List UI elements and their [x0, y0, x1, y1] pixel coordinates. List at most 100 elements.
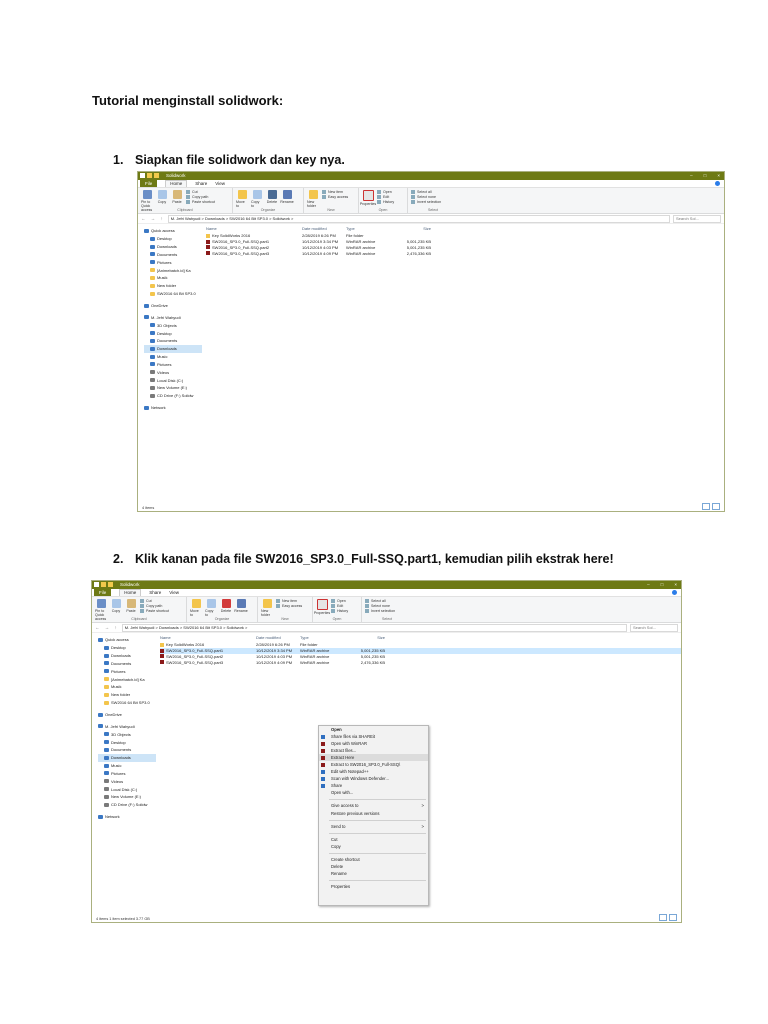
nav-item[interactable]: [Animebatch.id] Ka — [144, 266, 202, 274]
nav-item[interactable]: New Volume (E:) — [144, 384, 202, 392]
file-row[interactable]: SW2016_SP3.0_Full-SSQ.part3 10/12/2019 4… — [206, 250, 724, 256]
menu-item-extract-files[interactable]: Extract files... — [319, 747, 428, 754]
nav-item[interactable]: Network — [98, 813, 156, 821]
new-item-button[interactable]: New item — [322, 190, 348, 194]
open-button[interactable]: Open — [377, 190, 394, 194]
nav-item[interactable]: Quick access — [144, 227, 202, 235]
nav-item[interactable]: New folder — [98, 691, 156, 699]
nav-item[interactable]: Pictures — [98, 770, 156, 778]
tab-home[interactable]: Home — [165, 180, 188, 187]
quick-access-toolbar[interactable] — [94, 582, 113, 587]
nav-item[interactable]: SW2016 64 Bit SP3.0 — [98, 699, 156, 707]
nav-item[interactable]: Desktop — [144, 235, 202, 243]
nav-item[interactable]: Downloads — [144, 243, 202, 251]
easy-access-button[interactable]: Easy access — [276, 604, 302, 608]
menu-item-properties[interactable]: Properties — [319, 883, 428, 890]
menu-item-copy[interactable]: Copy — [319, 843, 428, 850]
search-input[interactable]: Search Sol... — [630, 623, 678, 632]
menu-item-rename[interactable]: Rename — [319, 870, 428, 877]
nav-item[interactable]: 3D Objects — [98, 730, 156, 738]
menu-item-cut[interactable]: Cut — [319, 836, 428, 843]
nav-item[interactable]: CD Drive (F:) Solidw — [144, 392, 202, 400]
nav-item[interactable]: Desktop — [98, 738, 156, 746]
view-toggle[interactable] — [702, 503, 720, 510]
tab-view[interactable]: View — [215, 181, 225, 186]
tab-view[interactable]: View — [169, 590, 179, 595]
open-button[interactable]: Open — [331, 599, 348, 603]
help-icon[interactable] — [672, 590, 677, 595]
quick-access-toolbar[interactable] — [140, 173, 159, 178]
paste-shortcut-button[interactable]: Paste shortcut — [140, 609, 169, 613]
tiles-view-icon[interactable] — [669, 914, 677, 921]
file-row[interactable]: SW2016_SP3.0_Full-SSQ.part3 10/12/2019 4… — [160, 659, 681, 665]
nav-item[interactable]: Videos — [144, 368, 202, 376]
nav-item[interactable]: M. Jefri Wahyudi — [144, 313, 202, 321]
menu-item-share[interactable]: Share — [319, 782, 428, 789]
address-bar[interactable]: M. Jefri Wahyudi > Downloads > SW2016 64… — [121, 623, 627, 632]
menu-item-extract-to[interactable]: Extract to SW2016_SP3.0_Full-SSQ\ — [319, 761, 428, 768]
new-item-button[interactable]: New item — [276, 599, 302, 603]
nav-item[interactable]: Desktop — [144, 329, 202, 337]
tiles-view-icon[interactable] — [712, 503, 720, 510]
nav-item[interactable]: Documents — [98, 746, 156, 754]
nav-item[interactable]: Local Disk (C:) — [144, 376, 202, 384]
tab-file[interactable]: File — [140, 180, 158, 187]
nav-item[interactable]: [Animebatch.id] Ka — [98, 675, 156, 683]
column-name[interactable]: Name — [160, 635, 256, 640]
nav-item[interactable]: Documents — [144, 251, 202, 259]
nav-item[interactable]: New folder — [144, 282, 202, 290]
menu-item-open[interactable]: Open — [319, 726, 428, 733]
nav-item[interactable]: Downloads — [144, 344, 202, 353]
tab-home[interactable]: Home — [119, 589, 142, 596]
nav-item[interactable]: Music — [144, 353, 202, 361]
column-date[interactable]: Date modified — [256, 635, 300, 640]
copy-path-button[interactable]: Copy path — [186, 195, 215, 199]
menu-item-extract-here[interactable]: Extract Here — [319, 754, 428, 762]
nav-item[interactable]: 3D Objects — [144, 321, 202, 329]
menu-item-create-shortcut[interactable]: Create shortcut — [319, 856, 428, 863]
nav-item[interactable]: Videos — [98, 777, 156, 785]
tab-file[interactable]: File — [94, 589, 112, 596]
select-all-button[interactable]: Select all — [365, 599, 395, 603]
nav-item[interactable]: Pictures — [144, 361, 202, 369]
close-button[interactable]: × — [717, 172, 720, 180]
nav-item[interactable]: Downloads — [98, 652, 156, 660]
column-date[interactable]: Date modified — [302, 226, 346, 231]
edit-button[interactable]: Edit — [331, 604, 348, 608]
nav-item[interactable]: Pictures — [144, 258, 202, 266]
address-bar[interactable]: M. Jefri Wahyudi > Downloads > SW2016 64… — [167, 214, 670, 223]
maximize-button[interactable]: □ — [661, 581, 664, 589]
nav-item[interactable]: Music — [98, 762, 156, 770]
nav-item[interactable]: Musik — [144, 274, 202, 282]
menu-item-restore[interactable]: Restore previous versions — [319, 810, 428, 817]
cut-button[interactable]: Cut — [186, 190, 215, 194]
help-icon[interactable] — [715, 181, 720, 186]
details-view-icon[interactable] — [659, 914, 667, 921]
nav-item[interactable]: Downloads — [98, 753, 156, 762]
nav-arrows-icon[interactable]: ← → ↑ — [95, 625, 119, 630]
nav-item[interactable]: Documents — [98, 660, 156, 668]
nav-arrows-icon[interactable]: ← → ↑ — [141, 216, 165, 221]
column-type[interactable]: Type — [346, 226, 391, 231]
menu-item-open-winrar[interactable]: Open with WinRAR — [319, 740, 428, 747]
menu-item-send-to[interactable]: Send to > — [319, 823, 428, 830]
maximize-button[interactable]: □ — [704, 172, 707, 180]
history-button[interactable]: History — [331, 609, 348, 613]
close-button[interactable]: × — [674, 581, 677, 589]
invert-selection-button[interactable]: Invert selection — [365, 609, 395, 613]
menu-item-notepad[interactable]: Edit with Notepad++ — [319, 768, 428, 775]
nav-item[interactable]: CD Drive (F:) Solidw — [98, 801, 156, 809]
nav-item[interactable]: Desktop — [98, 644, 156, 652]
column-type[interactable]: Type — [300, 635, 345, 640]
select-none-button[interactable]: Select none — [411, 195, 441, 199]
details-view-icon[interactable] — [702, 503, 710, 510]
tab-share[interactable]: Share — [195, 181, 207, 186]
view-toggle[interactable] — [659, 914, 677, 921]
menu-item-shareit[interactable]: Share files via SHAREit — [319, 733, 428, 740]
nav-item[interactable]: M. Jefri Wahyudi — [98, 722, 156, 730]
edit-button[interactable]: Edit — [377, 195, 394, 199]
paste-shortcut-button[interactable]: Paste shortcut — [186, 200, 215, 204]
easy-access-button[interactable]: Easy access — [322, 195, 348, 199]
nav-item[interactable]: OneDrive — [98, 711, 156, 719]
nav-item[interactable]: Documents — [144, 337, 202, 345]
